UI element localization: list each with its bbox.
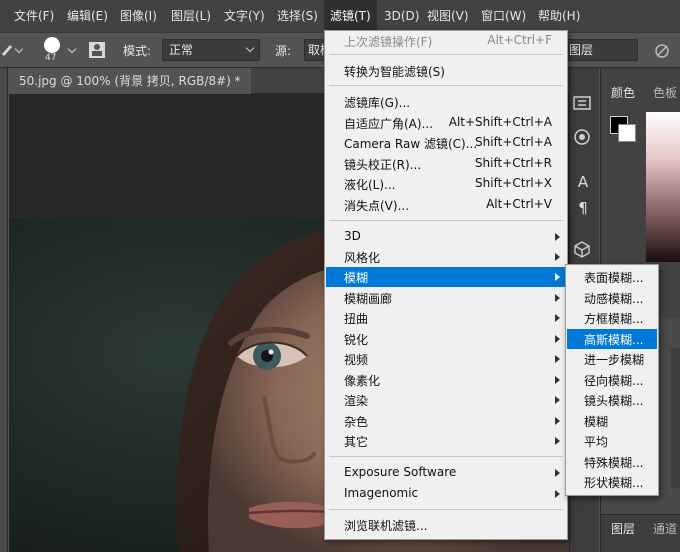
3d-cube-icon[interactable] bbox=[573, 240, 591, 258]
submenu-item-shape-blur[interactable]: 形状模糊... bbox=[567, 472, 657, 492]
submenu-arrow-icon bbox=[555, 355, 560, 363]
tab-color[interactable]: 颜色 bbox=[611, 84, 635, 101]
menu-filter[interactable]: 滤镜(T) bbox=[324, 0, 377, 32]
brush-size-value: 47 bbox=[45, 53, 57, 63]
mode-select[interactable]: 正常 bbox=[162, 39, 260, 61]
submenu-arrow-icon bbox=[555, 469, 560, 477]
menu-item-noise[interactable]: 杂色 bbox=[326, 411, 566, 431]
document-tab[interactable]: 50.jpg @ 100% (背景 拷贝, RGB/8#) * bbox=[9, 68, 251, 94]
submenu-arrow-icon bbox=[555, 335, 560, 343]
menu-item-vanishing-point[interactable]: 消失点(V)... Alt+Ctrl+V bbox=[326, 195, 566, 215]
brush-tool-icon[interactable] bbox=[0, 41, 12, 57]
menu-separator bbox=[329, 85, 563, 86]
submenu-arrow-icon bbox=[555, 376, 560, 384]
menu-item-pixelate[interactable]: 像素化 bbox=[326, 370, 566, 390]
submenu-item-smart-blur[interactable]: 特殊模糊... bbox=[567, 452, 657, 472]
character-text-icon[interactable]: A bbox=[573, 172, 593, 192]
submenu-arrow-icon bbox=[555, 437, 560, 445]
color-field[interactable] bbox=[646, 112, 680, 262]
menu-separator bbox=[329, 54, 563, 55]
brush-picker-chevron-icon[interactable] bbox=[67, 44, 77, 54]
submenu-item-blur[interactable]: 模糊 bbox=[567, 411, 657, 431]
submenu-item-box-blur[interactable]: 方框模糊... bbox=[567, 308, 657, 328]
menu-image[interactable]: 图像(I) bbox=[120, 0, 157, 32]
filter-menu: 上次滤镜操作(F) Alt+Ctrl+F 转换为智能滤镜(S) 滤镜库(G)..… bbox=[324, 30, 568, 540]
menu-item-exposure-software[interactable]: Exposure Software bbox=[326, 463, 566, 483]
menu-file[interactable]: 文件(F) bbox=[14, 0, 54, 32]
menu-item-imagenomic[interactable]: Imagenomic bbox=[326, 484, 566, 504]
menu-item-last-filter: 上次滤镜操作(F) Alt+Ctrl+F bbox=[344, 33, 552, 49]
submenu-item-surface-blur[interactable]: 表面模糊... bbox=[567, 267, 657, 287]
properties-icon[interactable] bbox=[573, 128, 591, 146]
menu-item-sharpen[interactable]: 锐化 bbox=[326, 329, 566, 349]
menu-item-video[interactable]: 视频 bbox=[326, 349, 566, 369]
submenu-arrow-icon bbox=[555, 294, 560, 302]
menu-edit[interactable]: 编辑(E) bbox=[67, 0, 108, 32]
menu-help[interactable]: 帮助(H) bbox=[538, 0, 580, 32]
menu-item-blur[interactable]: 模糊 bbox=[326, 267, 566, 287]
menu-item-render[interactable]: 渲染 bbox=[326, 390, 566, 410]
submenu-arrow-icon bbox=[555, 396, 560, 404]
menu-view[interactable]: 视图(V) bbox=[427, 0, 469, 32]
menu-item-browse-filters-online[interactable]: 浏览联机滤镜... bbox=[326, 515, 566, 535]
mode-select-value: 正常 bbox=[169, 43, 194, 57]
clone-source-icon[interactable] bbox=[88, 41, 106, 59]
menu-type[interactable]: 文字(Y) bbox=[224, 0, 265, 32]
menu-item-convert-smart-filter[interactable]: 转换为智能滤镜(S) bbox=[326, 61, 566, 81]
submenu-arrow-icon bbox=[555, 273, 560, 281]
submenu-item-radial-blur[interactable]: 径向模糊... bbox=[567, 370, 657, 390]
menu-item-filter-gallery[interactable]: 滤镜库(G)... bbox=[326, 92, 566, 112]
submenu-item-average[interactable]: 平均 bbox=[567, 431, 657, 451]
paragraph-icon[interactable]: ¶ bbox=[573, 198, 593, 218]
menu-item-stylize[interactable]: 风格化 bbox=[326, 247, 566, 267]
menu-separator bbox=[329, 509, 563, 510]
tool-strip bbox=[0, 68, 8, 552]
menu-item-3d[interactable]: 3D bbox=[326, 227, 566, 247]
panel-side-strip bbox=[671, 348, 680, 488]
submenu-arrow-icon bbox=[555, 314, 560, 322]
submenu-item-blur-more[interactable]: 进一步模糊 bbox=[567, 349, 657, 369]
submenu-arrow-icon bbox=[555, 253, 560, 261]
tab-layers[interactable]: 图层 bbox=[611, 520, 635, 537]
sample-layer-select-value: 图层 bbox=[569, 43, 594, 57]
menu-separator bbox=[329, 456, 563, 457]
history-icon[interactable] bbox=[573, 95, 591, 111]
menu-item-distort[interactable]: 扭曲 bbox=[326, 308, 566, 328]
menu-item-liquify[interactable]: 液化(L)... Shift+Ctrl+X bbox=[326, 174, 566, 194]
menu-item-adaptive-wide-angle[interactable]: 自适应广角(A)... Alt+Shift+Ctrl+A bbox=[326, 113, 566, 133]
source-label: 源: bbox=[275, 44, 292, 58]
menu-item-camera-raw[interactable]: Camera Raw 滤镜(C)... Shift+Ctrl+A bbox=[326, 133, 566, 153]
tab-swatches[interactable]: 色板 bbox=[653, 84, 677, 101]
menu-layer[interactable]: 图层(L) bbox=[171, 0, 211, 32]
submenu-item-lens-blur[interactable]: 镜头模糊... bbox=[567, 390, 657, 410]
tab-channels[interactable]: 通道 bbox=[653, 520, 677, 537]
submenu-arrow-icon bbox=[555, 233, 560, 241]
blur-submenu: 表面模糊... 动感模糊... 方框模糊... 高斯模糊... 进一步模糊 径向… bbox=[565, 264, 659, 496]
menu-bar: 文件(F) 编辑(E) 图像(I) 图层(L) 文字(Y) 选择(S) 滤镜(T… bbox=[0, 0, 680, 32]
submenu-item-motion-blur[interactable]: 动感模糊... bbox=[567, 288, 657, 308]
mode-label: 模式: bbox=[123, 44, 152, 58]
menu-separator bbox=[329, 220, 563, 221]
submenu-arrow-icon bbox=[555, 490, 560, 498]
document-tab-title: 50.jpg @ 100% (背景 拷贝, RGB/8#) * bbox=[19, 74, 241, 88]
menu-window[interactable]: 窗口(W) bbox=[481, 0, 526, 32]
menu-3d[interactable]: 3D(D) bbox=[384, 0, 419, 32]
menu-item-blur-gallery[interactable]: 模糊画廊 bbox=[326, 288, 566, 308]
submenu-arrow-icon bbox=[555, 417, 560, 425]
tool-preset-chevron-icon[interactable] bbox=[14, 44, 24, 54]
background-color-swatch[interactable] bbox=[618, 124, 636, 142]
menu-select[interactable]: 选择(S) bbox=[277, 0, 318, 32]
submenu-item-gaussian-blur[interactable]: 高斯模糊... bbox=[567, 329, 657, 349]
menu-item-lens-correction[interactable]: 镜头校正(R)... Shift+Ctrl+R bbox=[326, 154, 566, 174]
ignore-adjustment-layers-icon[interactable] bbox=[654, 43, 670, 59]
menu-item-other[interactable]: 其它 bbox=[326, 431, 566, 451]
sample-layer-select[interactable]: 图层 bbox=[566, 39, 638, 61]
brush-preview-icon[interactable] bbox=[44, 37, 60, 53]
